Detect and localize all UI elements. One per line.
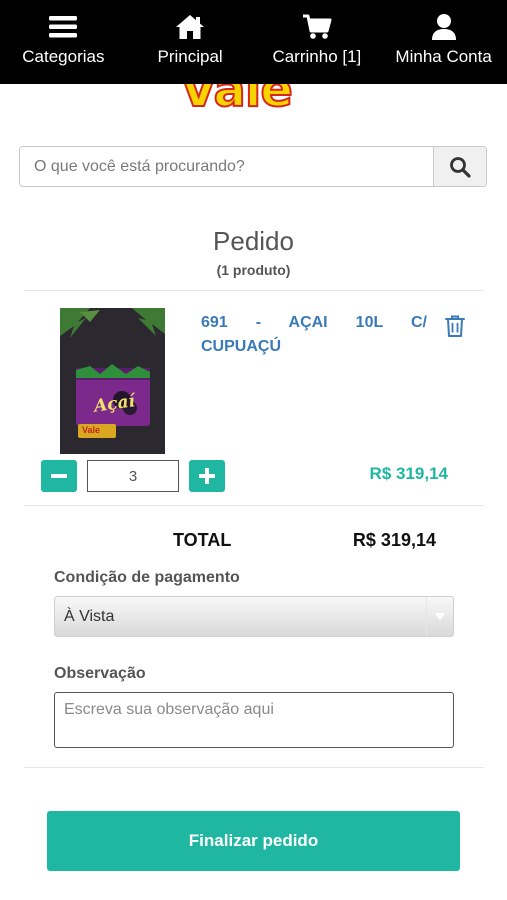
total-value: R$ 319,14 (352, 530, 436, 550)
quantity-decrease-button[interactable] (41, 460, 77, 492)
observation-label: Observação (54, 665, 146, 682)
nav-minha-conta[interactable]: Minha Conta (380, 0, 507, 84)
payment-condition-label: Condição de pagamento (54, 569, 240, 586)
quantity-increase-button[interactable] (189, 460, 225, 492)
trash-icon (445, 315, 465, 337)
search-input[interactable] (20, 147, 433, 186)
home-icon (175, 13, 205, 41)
nav-label-principal: Principal (157, 47, 223, 66)
cart-icon (302, 13, 332, 41)
store-logo[interactable]: Vale (0, 84, 507, 120)
nav-label-carrinho: Carrinho [1] (272, 47, 362, 66)
package-brand: Vale (82, 425, 101, 435)
product-image: Açaí Vale (60, 308, 165, 454)
nav-label-categorias: Categorias (22, 47, 105, 66)
finalize-order-button[interactable]: Finalizar pedido (47, 811, 460, 871)
search-bar (19, 146, 487, 187)
logo-text: Vale (179, 84, 294, 119)
nav-carrinho[interactable]: Carrinho [1] (254, 0, 381, 84)
product-name-link[interactable]: 691 - AÇAI 10L C/ CUPUAÇÚ (201, 311, 427, 359)
divider (24, 290, 484, 291)
payment-condition-select[interactable]: À Vista (54, 596, 454, 637)
minus-icon (51, 474, 67, 478)
divider (24, 505, 484, 506)
search-icon (450, 156, 471, 178)
nav-categorias[interactable]: Categorias (0, 0, 127, 84)
observation-textarea[interactable] (54, 692, 454, 748)
remove-item-button[interactable] (444, 314, 466, 343)
menu-icon (49, 13, 78, 41)
nav-label-minha-conta: Minha Conta (395, 47, 492, 66)
product-count: (1 produto) (216, 262, 291, 278)
user-icon (431, 13, 457, 41)
chevron-down-icon (426, 597, 453, 636)
payment-condition-value: À Vista (64, 607, 115, 625)
top-navigation: Categorias Principal Carrinho [1] Minha … (0, 0, 507, 84)
page-title: Pedido (213, 226, 294, 256)
nav-principal[interactable]: Principal (127, 0, 254, 84)
divider (24, 767, 484, 768)
plus-icon (199, 468, 215, 484)
quantity-input[interactable] (87, 460, 179, 492)
item-price: R$ 319,14 (369, 464, 448, 483)
search-button[interactable] (433, 147, 486, 186)
total-label: TOTAL (173, 530, 232, 550)
